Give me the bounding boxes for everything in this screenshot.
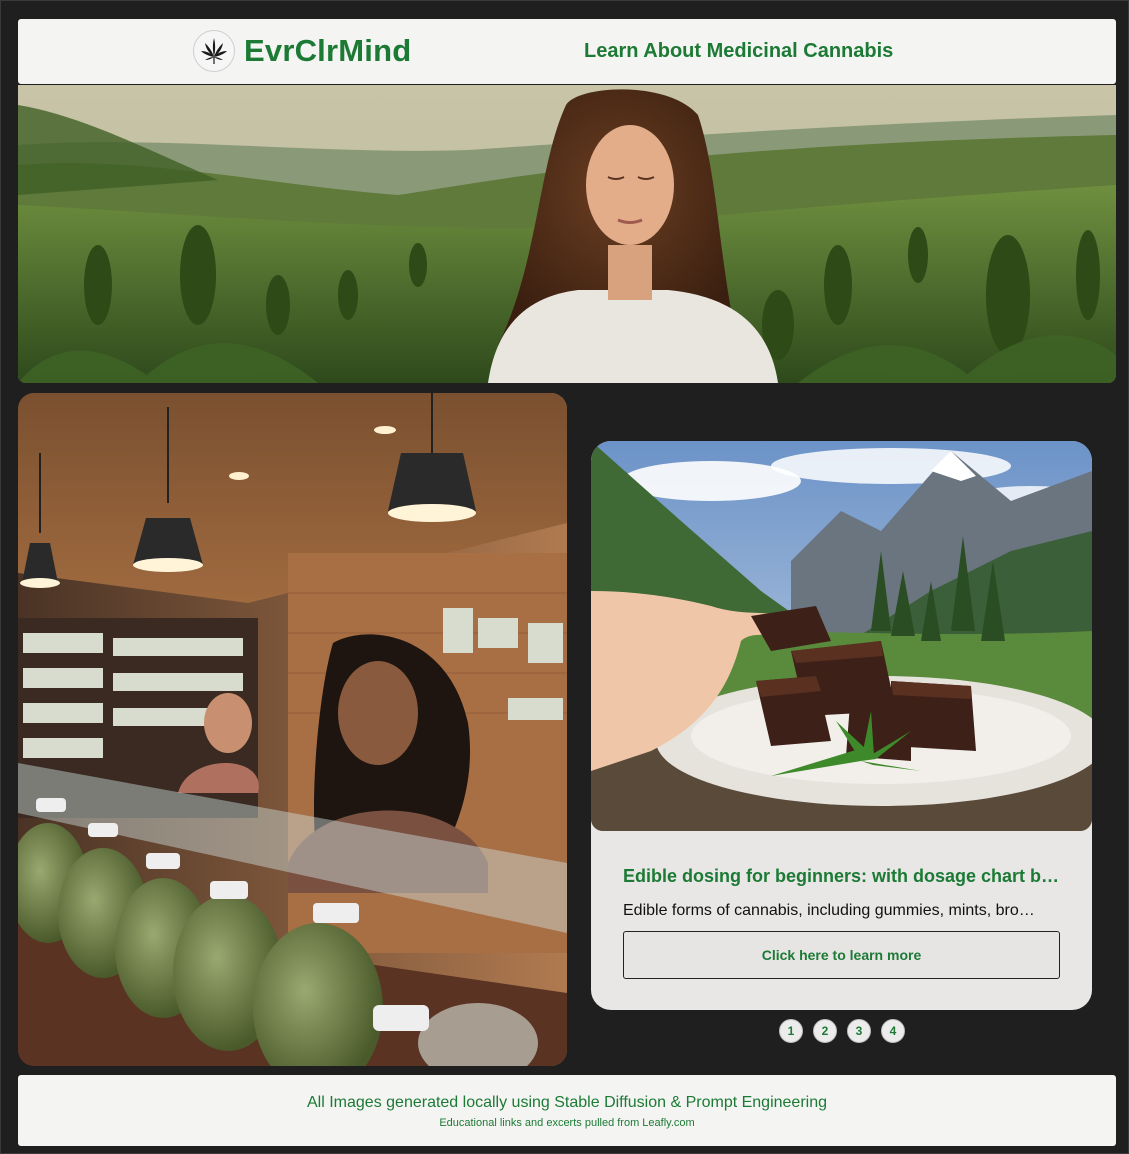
page-button-4[interactable]: 4 [881, 1019, 905, 1043]
learn-more-button[interactable]: Click here to learn more [623, 931, 1060, 979]
nav-link-medicinal-cannabis[interactable]: Learn About Medicinal Cannabis [584, 40, 893, 63]
cannabis-leaf-icon[interactable] [193, 30, 235, 72]
footer-credits: All Images generated locally using Stabl… [307, 1094, 827, 1111]
hero-image [18, 85, 1116, 383]
card-image-brownies [591, 441, 1092, 831]
card-title[interactable]: Edible dosing for beginners: with dosage… [623, 866, 1063, 887]
page-button-2[interactable]: 2 [813, 1019, 837, 1043]
pagination: 1 2 3 4 [779, 1019, 905, 1043]
site-header: EvrClrMind Learn About Medicinal Cannabi… [18, 19, 1116, 84]
dispensary-image [18, 393, 567, 1066]
article-card: Edible dosing for beginners: with dosage… [591, 441, 1092, 1010]
card-description: Edible forms of cannabis, including gumm… [623, 902, 1035, 919]
site-footer: All Images generated locally using Stabl… [18, 1075, 1116, 1146]
brand-title[interactable]: EvrClrMind [244, 33, 411, 69]
page-button-1[interactable]: 1 [779, 1019, 803, 1043]
footer-sources: Educational links and excerts pulled fro… [439, 1117, 695, 1129]
page-button-3[interactable]: 3 [847, 1019, 871, 1043]
